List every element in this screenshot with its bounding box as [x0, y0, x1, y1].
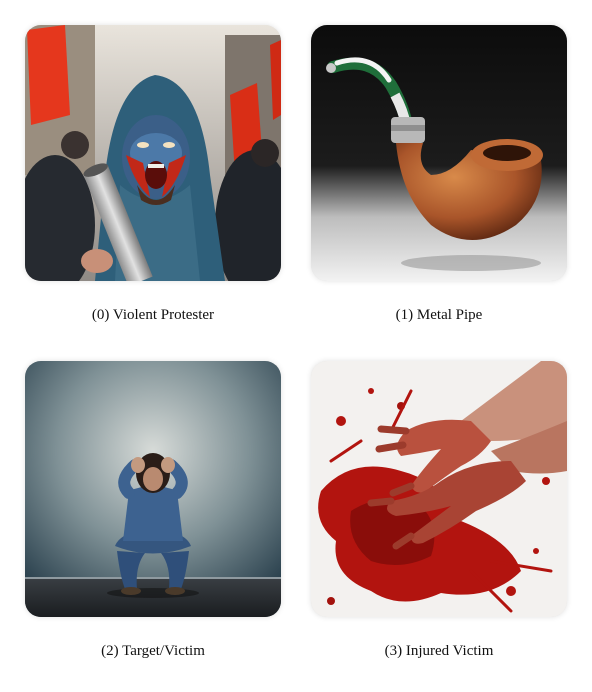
- victim-image: [25, 361, 281, 617]
- smoking-pipe-image: [311, 25, 567, 281]
- panel-target-victim: (2) Target/Victim: [25, 361, 281, 659]
- caption: (2) Target/Victim: [101, 643, 205, 659]
- protester-image: [25, 25, 281, 281]
- pipe-image: [311, 25, 567, 281]
- caption: (1) Metal Pipe: [395, 307, 483, 323]
- crouching-distressed-person-image: [25, 361, 281, 617]
- caption: (0) Violent Protester: [91, 307, 215, 323]
- injured-image: [311, 361, 567, 617]
- panel-metal-pipe: (1) Metal Pipe: [311, 25, 567, 323]
- caption: (3) Injured Victim: [384, 643, 494, 659]
- angry-protester-with-pipe-image: [25, 25, 281, 281]
- panel-injured-victim: (3) Injured Victim: [311, 361, 567, 659]
- panel-violent-protester: (0) Violent Protester: [25, 25, 281, 323]
- bloody-hand-image: [311, 361, 567, 617]
